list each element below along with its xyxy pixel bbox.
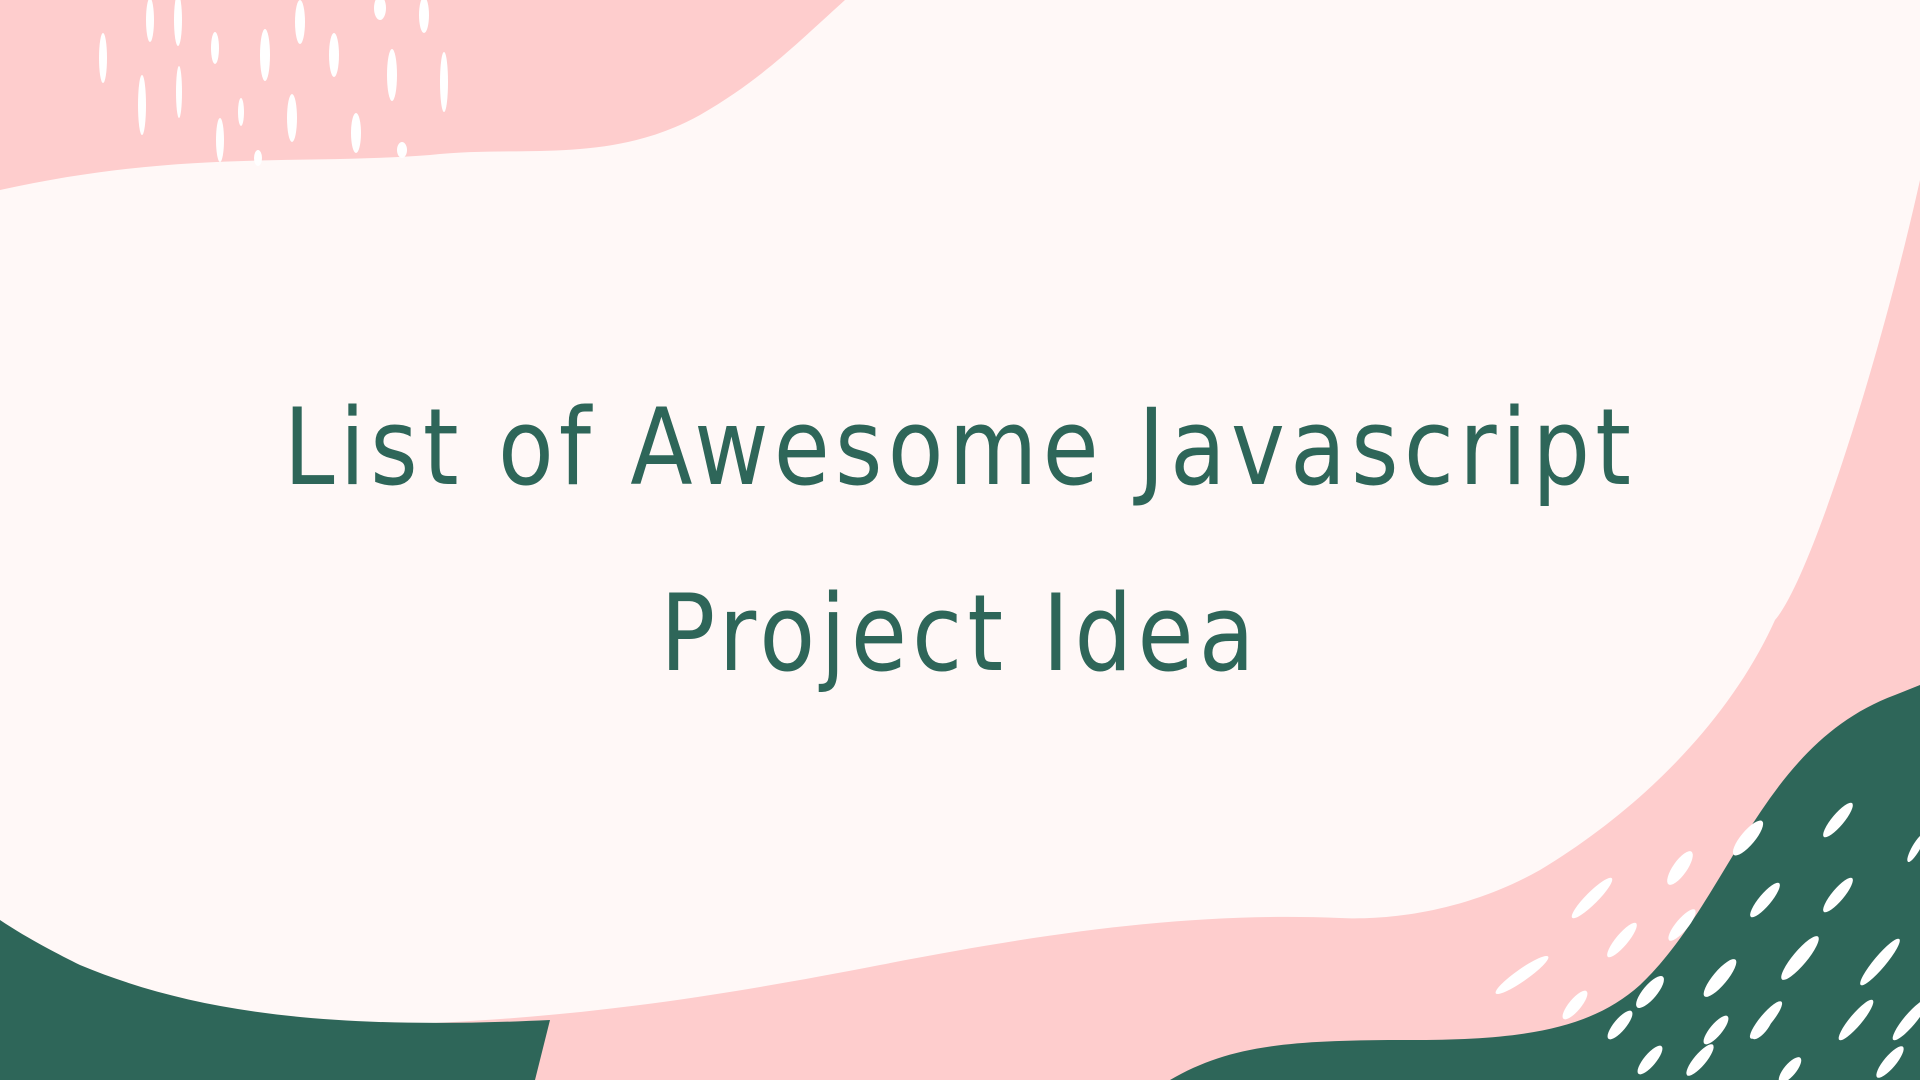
slide-title: List of Awesome Javascript Project Idea xyxy=(283,386,1637,695)
title-slide: List of Awesome Javascript Project Idea xyxy=(0,0,1920,1080)
bottom-left-green-blob xyxy=(0,920,550,1080)
